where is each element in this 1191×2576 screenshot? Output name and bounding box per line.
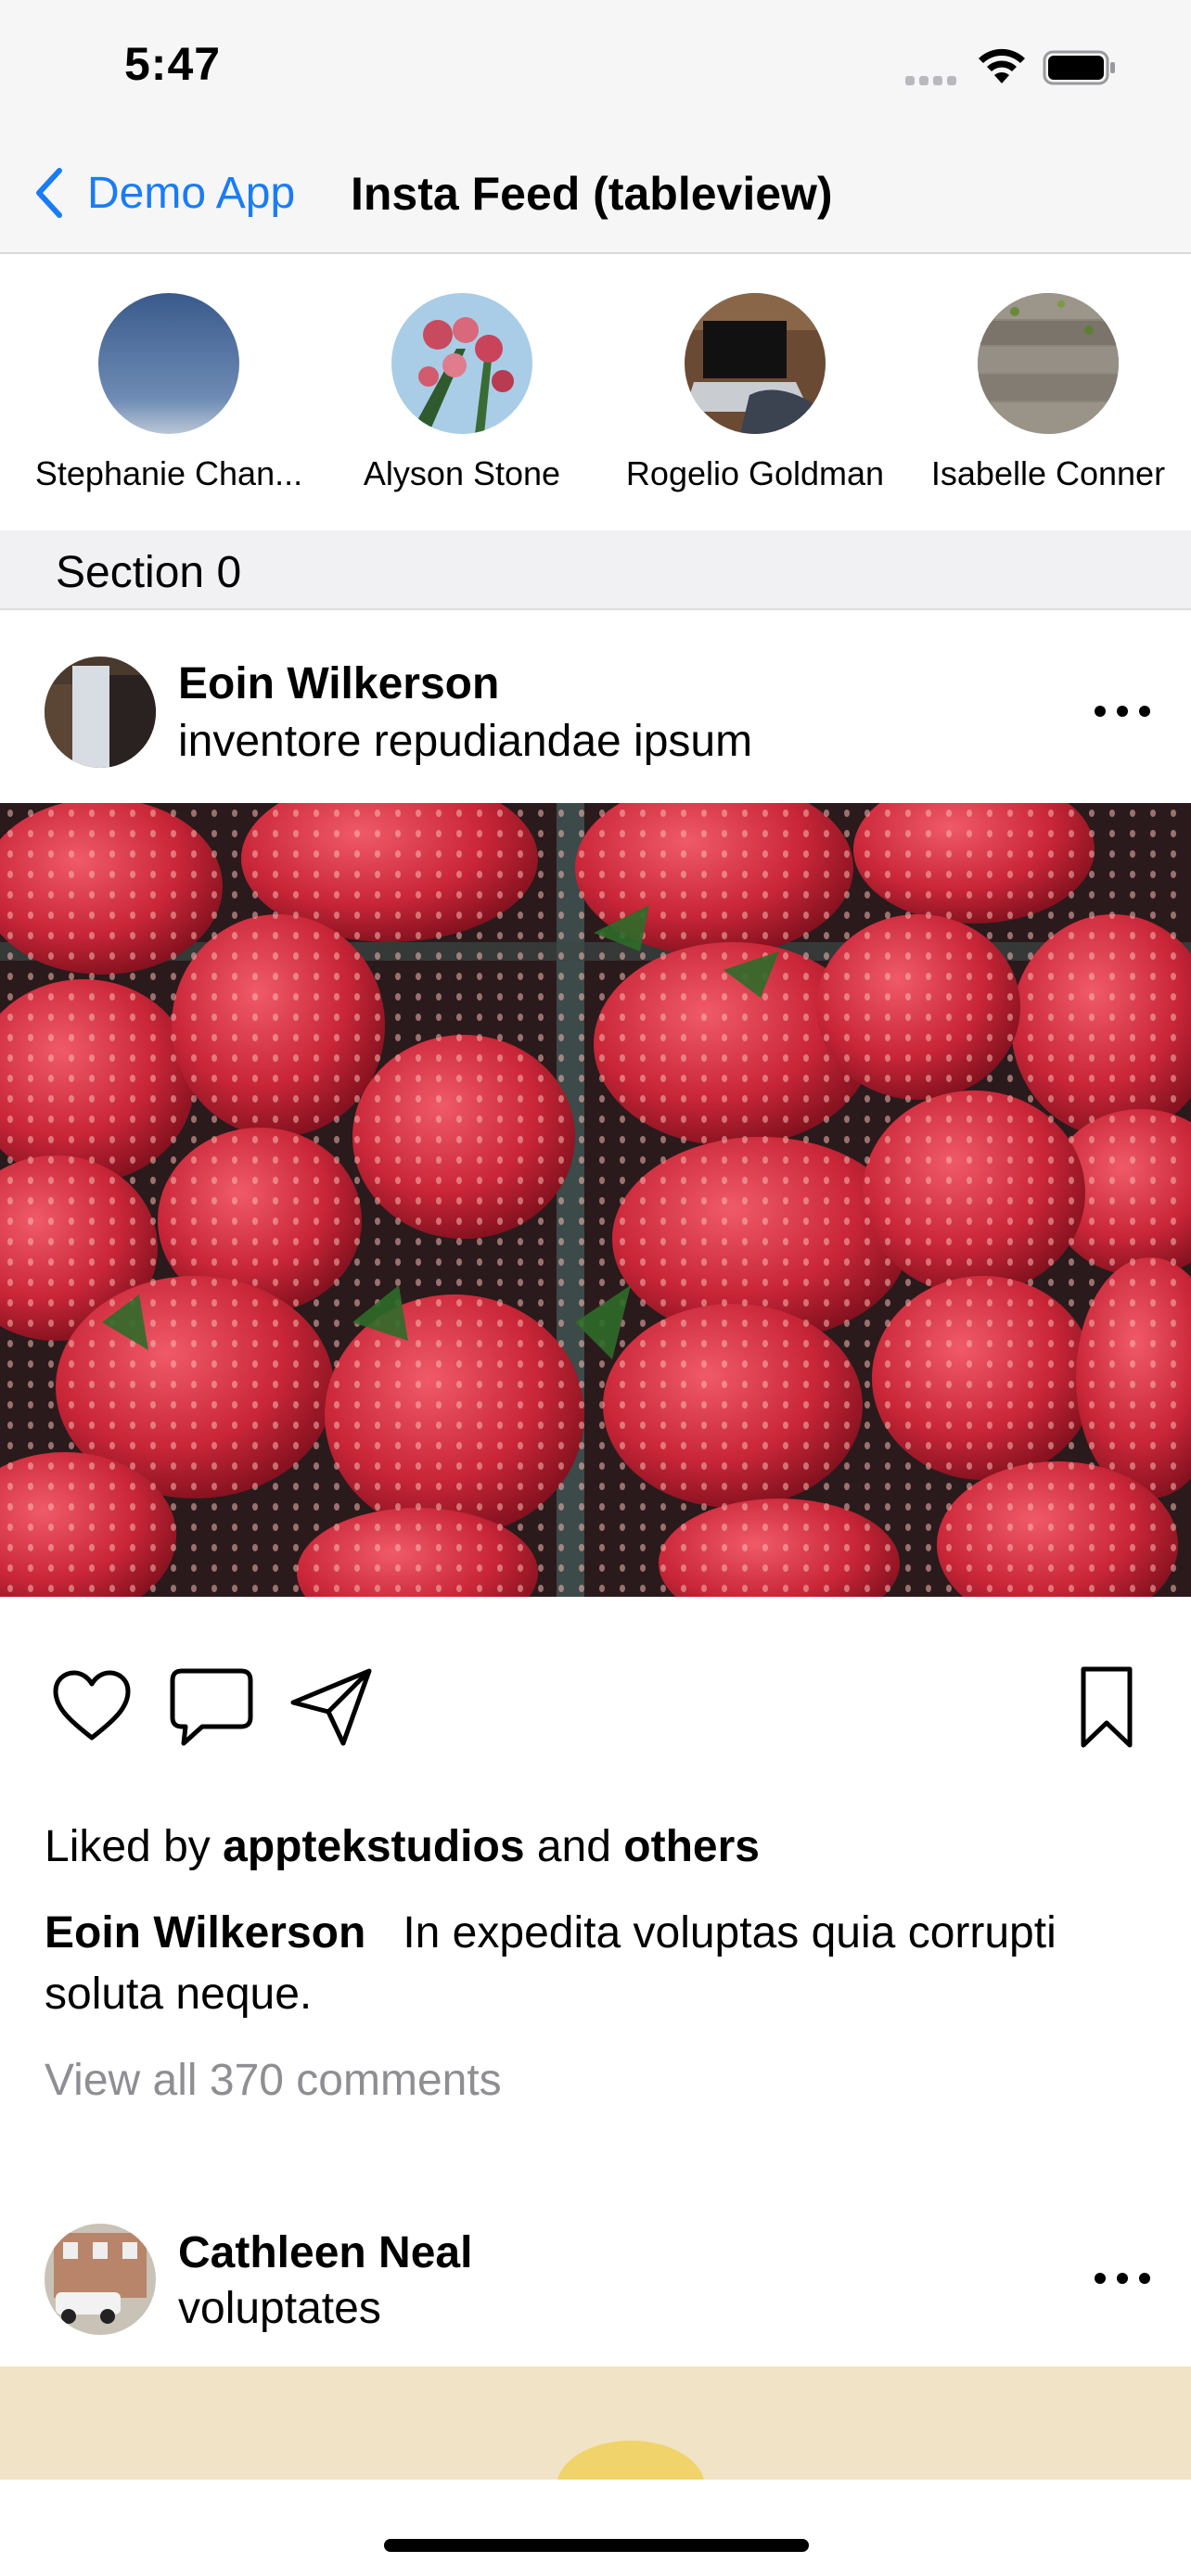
story-avatar	[391, 293, 532, 434]
heart-icon[interactable]	[52, 1669, 132, 1743]
page-title: Insta Feed (tableview)	[351, 168, 833, 220]
navigation-bar: Demo App Insta Feed (tableview)	[0, 130, 1191, 254]
comment-icon[interactable]	[169, 1667, 254, 1747]
story-item[interactable]: Rogelio Goldman	[616, 293, 894, 493]
cellular-signal-icon	[905, 76, 956, 85]
post-image[interactable]	[0, 803, 1191, 1597]
story-name: Alyson Stone	[363, 454, 561, 492]
likes-text: Liked by apptekstudios and others	[45, 1821, 760, 1872]
post-username[interactable]: Eoin Wilkerson	[178, 658, 499, 709]
status-bar: 5:47	[0, 0, 1191, 130]
status-time: 5:47	[124, 38, 222, 90]
post-header: Eoin Wilkerson inventore repudiandae ips…	[0, 612, 1191, 805]
post-avatar[interactable]	[45, 2224, 156, 2335]
post-subtitle: voluptates	[178, 2284, 381, 2333]
story-name: Rogelio Goldman	[625, 454, 885, 492]
story-item[interactable]: Isabelle Conner	[909, 293, 1187, 493]
more-icon[interactable]	[1095, 2264, 1150, 2292]
story-item[interactable]: Stephanie Chan...	[30, 293, 308, 493]
post-avatar[interactable]	[45, 657, 156, 768]
battery-icon	[1043, 50, 1115, 85]
likes-and: and	[536, 1822, 611, 1871]
story-name: Stephanie Chan...	[34, 454, 303, 492]
stories-row: Stephanie Chan... Alyson Stone Rogelio G…	[0, 256, 1191, 530]
view-comments-link[interactable]: View all 370 comments	[45, 2055, 502, 2106]
post-subtitle: inventore repudiandae ipsum	[178, 717, 753, 766]
post-header: Cathleen Neal voluptates	[0, 2177, 1191, 2366]
back-button[interactable]: Demo App	[32, 163, 295, 223]
back-chevron-icon	[36, 168, 62, 218]
back-label: Demo App	[87, 168, 296, 218]
home-indicator-area	[0, 2480, 1191, 2576]
post-caption: Eoin Wilkerson In expedita voluptas quia…	[45, 1903, 1158, 2025]
wifi-icon	[979, 48, 1025, 83]
story-item[interactable]: Alyson Stone	[323, 293, 601, 493]
likes-user[interactable]: apptekstudios	[223, 1822, 524, 1871]
share-icon[interactable]	[289, 1667, 375, 1747]
section-title: Section 0	[56, 548, 242, 597]
likes-prefix: Liked by	[45, 1822, 211, 1871]
story-name: Isabelle Conner	[930, 454, 1166, 492]
story-avatar	[98, 293, 239, 434]
post-username[interactable]: Cathleen Neal	[178, 2227, 472, 2278]
home-indicator[interactable]	[384, 2539, 809, 2552]
story-avatar	[978, 293, 1119, 434]
more-icon[interactable]	[1095, 697, 1150, 725]
section-header: Section 0	[0, 530, 1191, 610]
bookmark-icon[interactable]	[1078, 1665, 1135, 1751]
likes-others[interactable]: others	[623, 1822, 760, 1871]
story-avatar	[685, 293, 826, 434]
caption-username[interactable]: Eoin Wilkerson	[45, 1908, 365, 1958]
